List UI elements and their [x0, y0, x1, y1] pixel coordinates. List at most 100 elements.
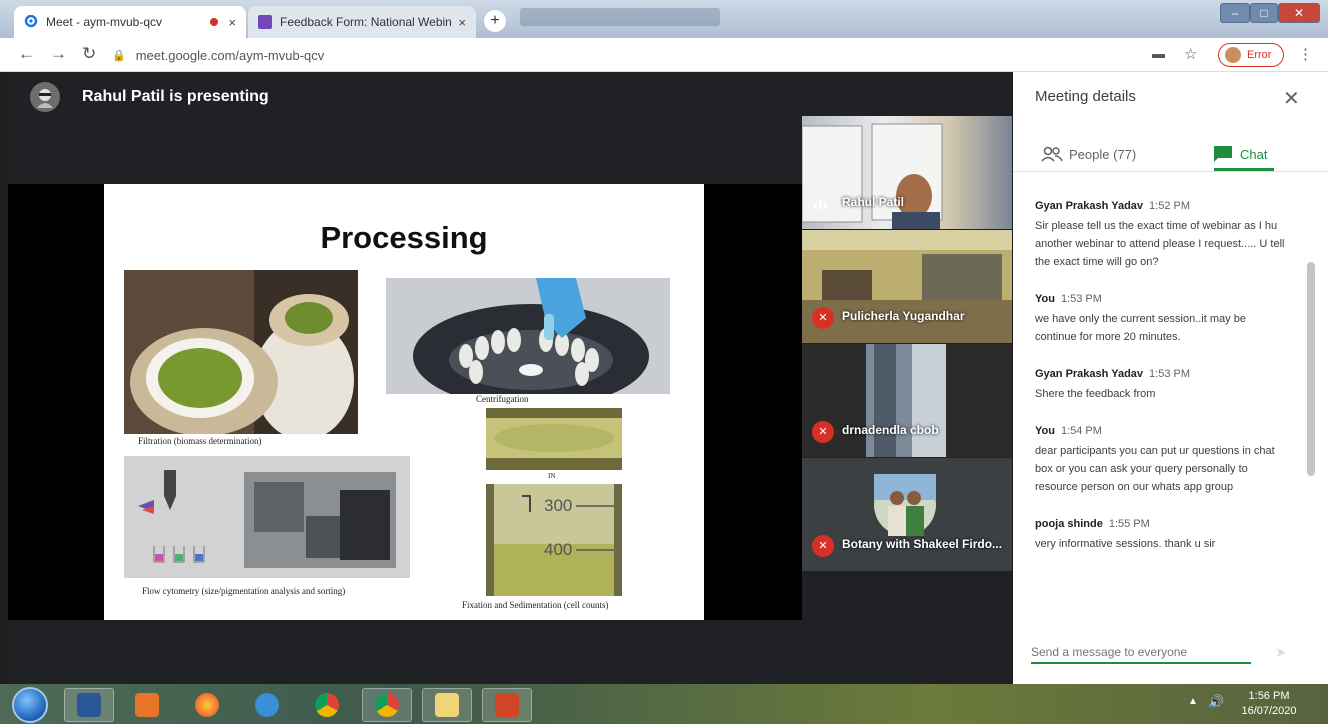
participant-tile-rahul[interactable]: Rahul Patil: [802, 116, 1012, 229]
tab-people-label: People (77): [1069, 146, 1137, 162]
message-author: pooja shinde: [1035, 518, 1103, 530]
lock-icon: 🔒: [112, 49, 126, 62]
people-icon: [1041, 146, 1063, 162]
participant-tile-drnadendla[interactable]: ✕ drnadendla cbob: [802, 344, 1012, 457]
filtration-photo: [124, 270, 358, 434]
tab-feedback-label: Feedback Form: National Webin: [280, 15, 452, 29]
powerpoint-icon[interactable]: [482, 688, 532, 722]
recording-dot-icon: [210, 18, 219, 26]
chat-message: pooja shinde 1:55 PM very informative ses…: [1035, 518, 1285, 553]
forms-favicon-icon: [258, 15, 272, 29]
message-author: You: [1035, 293, 1055, 305]
new-tab-button[interactable]: +: [484, 10, 506, 32]
browser-toolbar: ← → ↻ 🔒 meet.google.com/aym-mvub-qcv ▬ ☆…: [0, 38, 1328, 72]
tab-people[interactable]: People (77): [1041, 136, 1136, 172]
profile-avatar: [1225, 47, 1241, 63]
meeting-details-panel: Meeting details ✕ People (77) Chat Gyan …: [1013, 72, 1328, 688]
message-text: Shere the feedback from: [1035, 388, 1156, 400]
clock-date: 16/07/2020: [1241, 705, 1297, 717]
message-text: Sir please tell us the exact time of web…: [1035, 220, 1285, 268]
file-explorer-icon[interactable]: [422, 688, 472, 722]
close-window-button[interactable]: ✕: [1278, 3, 1320, 23]
slide-title: Processing: [320, 220, 488, 255]
centrifuge-photo: [386, 278, 670, 394]
panel-title: Meeting details: [1035, 88, 1136, 105]
windows-taskbar: ▲ 🔊 1:56 PM 16/07/2020: [0, 684, 1328, 724]
start-button[interactable]: [12, 687, 48, 723]
tab-feedback-form[interactable]: Feedback Form: National Webin ×: [248, 6, 476, 38]
speaking-indicator-icon: [814, 199, 827, 209]
cylinder-photo: 300 400: [486, 484, 622, 596]
minimize-button[interactable]: –: [1220, 3, 1250, 23]
profile-error-button[interactable]: Error: [1218, 43, 1284, 67]
caption-flow-cytometry: Flow cytometry (size/pigmentation analys…: [142, 586, 346, 596]
address-bar[interactable]: 🔒 meet.google.com/aym-mvub-qcv: [112, 43, 1202, 67]
tab-divider: [1013, 171, 1328, 172]
forward-icon[interactable]: →: [50, 44, 67, 64]
tab-chat[interactable]: Chat: [1213, 136, 1267, 172]
presenter-bar: Rahul Patil is presenting: [8, 72, 1012, 122]
chat-message-list: Gyan Prakash Yadav 1:52 PM Sir please tel…: [1035, 200, 1285, 575]
send-icon[interactable]: ➤: [1275, 644, 1287, 661]
firefox-icon[interactable]: [182, 688, 232, 722]
caption-centrifugation: Centrifugation: [476, 394, 529, 404]
taskbar-clock[interactable]: 1:56 PM 16/07/2020: [1234, 689, 1304, 719]
chat-message: You 1:53 PM we have only the current sess…: [1035, 293, 1285, 346]
presenter-avatar: [30, 82, 60, 112]
participant-tile-botany[interactable]: ✕ Botany with Shakeel Firdo...: [802, 458, 1012, 571]
reload-icon[interactable]: ↻: [82, 44, 96, 64]
tab-meet-close-icon[interactable]: ×: [228, 15, 236, 30]
message-text: dear participants you can put ur questio…: [1035, 445, 1275, 493]
message-time: 1:54 PM: [1060, 425, 1102, 437]
message-time: 1:52 PM: [1149, 200, 1191, 212]
tray-expand-icon[interactable]: ▲: [1188, 696, 1198, 707]
message-time: 1:53 PM: [1060, 293, 1102, 305]
clock-time: 1:56 PM: [1248, 690, 1290, 702]
word-icon[interactable]: [64, 688, 114, 722]
chat-message-input[interactable]: [1031, 642, 1251, 664]
blurred-window-title: [520, 8, 720, 26]
chat-icon: [1214, 146, 1232, 162]
video-feed: [802, 230, 1012, 343]
caption-filtration: Filtration (biomass determination): [138, 436, 262, 446]
address-url: meet.google.com/aym-mvub-qcv: [135, 47, 325, 63]
message-time: 1:55 PM: [1108, 518, 1150, 530]
caption-in: IN: [548, 472, 556, 480]
back-icon[interactable]: ←: [18, 44, 35, 64]
ie-icon[interactable]: [242, 688, 292, 722]
flask-top-photo: [486, 408, 622, 470]
person-face-icon: [37, 89, 53, 108]
chrome-profile-icon[interactable]: [362, 688, 412, 722]
mic-off-icon: ✕: [812, 535, 834, 557]
participant-name: Pulicherla Yugandhar: [842, 309, 965, 323]
chrome-icon[interactable]: [302, 688, 352, 722]
volume-icon[interactable]: 🔊: [1208, 694, 1224, 710]
flow-cytometry-photo: [124, 456, 410, 578]
video-feed: [802, 123, 943, 229]
message-text: we have only the current session..it may…: [1035, 313, 1246, 343]
presentation-slide: Processing Filtration (biomass determina…: [104, 184, 704, 620]
caption-fixation: Fixation and Sedimentation (cell counts): [462, 600, 609, 610]
message-author: Gyan Prakash Yadav: [1035, 368, 1144, 380]
presenter-text: Rahul Patil is presenting: [82, 88, 269, 105]
star-icon[interactable]: ☆: [1184, 45, 1197, 63]
presentation-icon[interactable]: [122, 688, 172, 722]
close-icon[interactable]: ✕: [1283, 86, 1300, 111]
participant-name: Rahul Patil: [842, 195, 905, 209]
participant-tile-pulicherla[interactable]: ✕ Pulicherla Yugandhar: [802, 230, 1012, 343]
profile-status: Error: [1247, 49, 1272, 61]
mic-off-icon: ✕: [812, 307, 834, 329]
message-author: Gyan Prakash Yadav: [1035, 200, 1144, 212]
browser-titlebar: Meet - aym-mvub-qcv × Feedback Form: Nat…: [0, 0, 1328, 38]
chat-scrollbar[interactable]: [1307, 262, 1315, 476]
chat-message: You 1:54 PM dear participants you can put…: [1035, 425, 1285, 496]
tab-feedback-close-icon[interactable]: ×: [458, 15, 466, 30]
maximize-button[interactable]: □: [1250, 3, 1278, 23]
camera-icon[interactable]: ▬: [1152, 46, 1165, 61]
message-time: 1:53 PM: [1149, 368, 1191, 380]
menu-icon[interactable]: ⋮: [1298, 45, 1313, 63]
participant-name: Botany with Shakeel Firdo...: [842, 537, 1003, 551]
tab-meet[interactable]: Meet - aym-mvub-qcv ×: [14, 6, 246, 38]
video-feed: [802, 344, 1012, 457]
meet-stage: Rahul Patil is presenting Processing Fil…: [8, 72, 1012, 684]
